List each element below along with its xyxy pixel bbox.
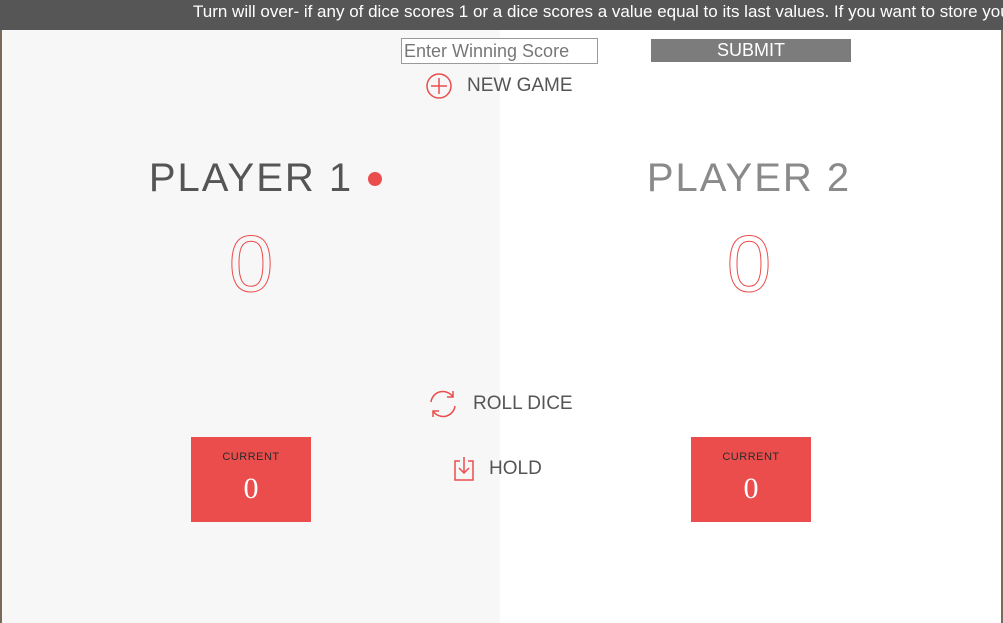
hold-button[interactable]: HOLD xyxy=(453,456,542,482)
download-icon xyxy=(454,457,474,481)
player-1-score: 0 xyxy=(228,219,274,308)
roll-dice-label: ROLL DICE xyxy=(473,393,573,414)
player-1-current-label: CURRENT xyxy=(222,451,280,463)
hold-label: HOLD xyxy=(489,458,542,479)
player-1-name: PLAYER 1 xyxy=(148,156,354,200)
player-1-current-box: CURRENT 0 xyxy=(191,437,311,522)
new-game-button[interactable]: NEW GAME xyxy=(425,72,573,100)
player-1-current-value: 0 xyxy=(243,472,259,505)
player-2-current-box: CURRENT 0 xyxy=(691,437,811,522)
plus-circle-icon xyxy=(426,73,452,99)
submit-button[interactable]: SUBMIT xyxy=(651,39,851,62)
rules-banner: Turn will over- if any of dice scores 1 … xyxy=(0,0,1003,30)
player-1-panel xyxy=(2,30,500,623)
game-board: SUBMIT NEW GAME PLAYER 1 PLAYER 2 0 0 RO… xyxy=(2,30,1001,623)
new-game-label: NEW GAME xyxy=(467,75,573,96)
active-player-dot xyxy=(368,172,382,186)
player-2-current-label: CURRENT xyxy=(722,451,780,463)
player-2-current-value: 0 xyxy=(743,472,759,505)
player-2-panel xyxy=(500,30,1001,623)
player-2-score: 0 xyxy=(726,219,772,308)
refresh-icon xyxy=(430,390,456,418)
winning-score-input[interactable] xyxy=(401,38,598,64)
player-2-name: PLAYER 2 xyxy=(646,156,852,200)
rules-banner-text: Turn will over- if any of dice scores 1 … xyxy=(193,2,1003,21)
roll-dice-button[interactable]: ROLL DICE xyxy=(426,388,573,420)
